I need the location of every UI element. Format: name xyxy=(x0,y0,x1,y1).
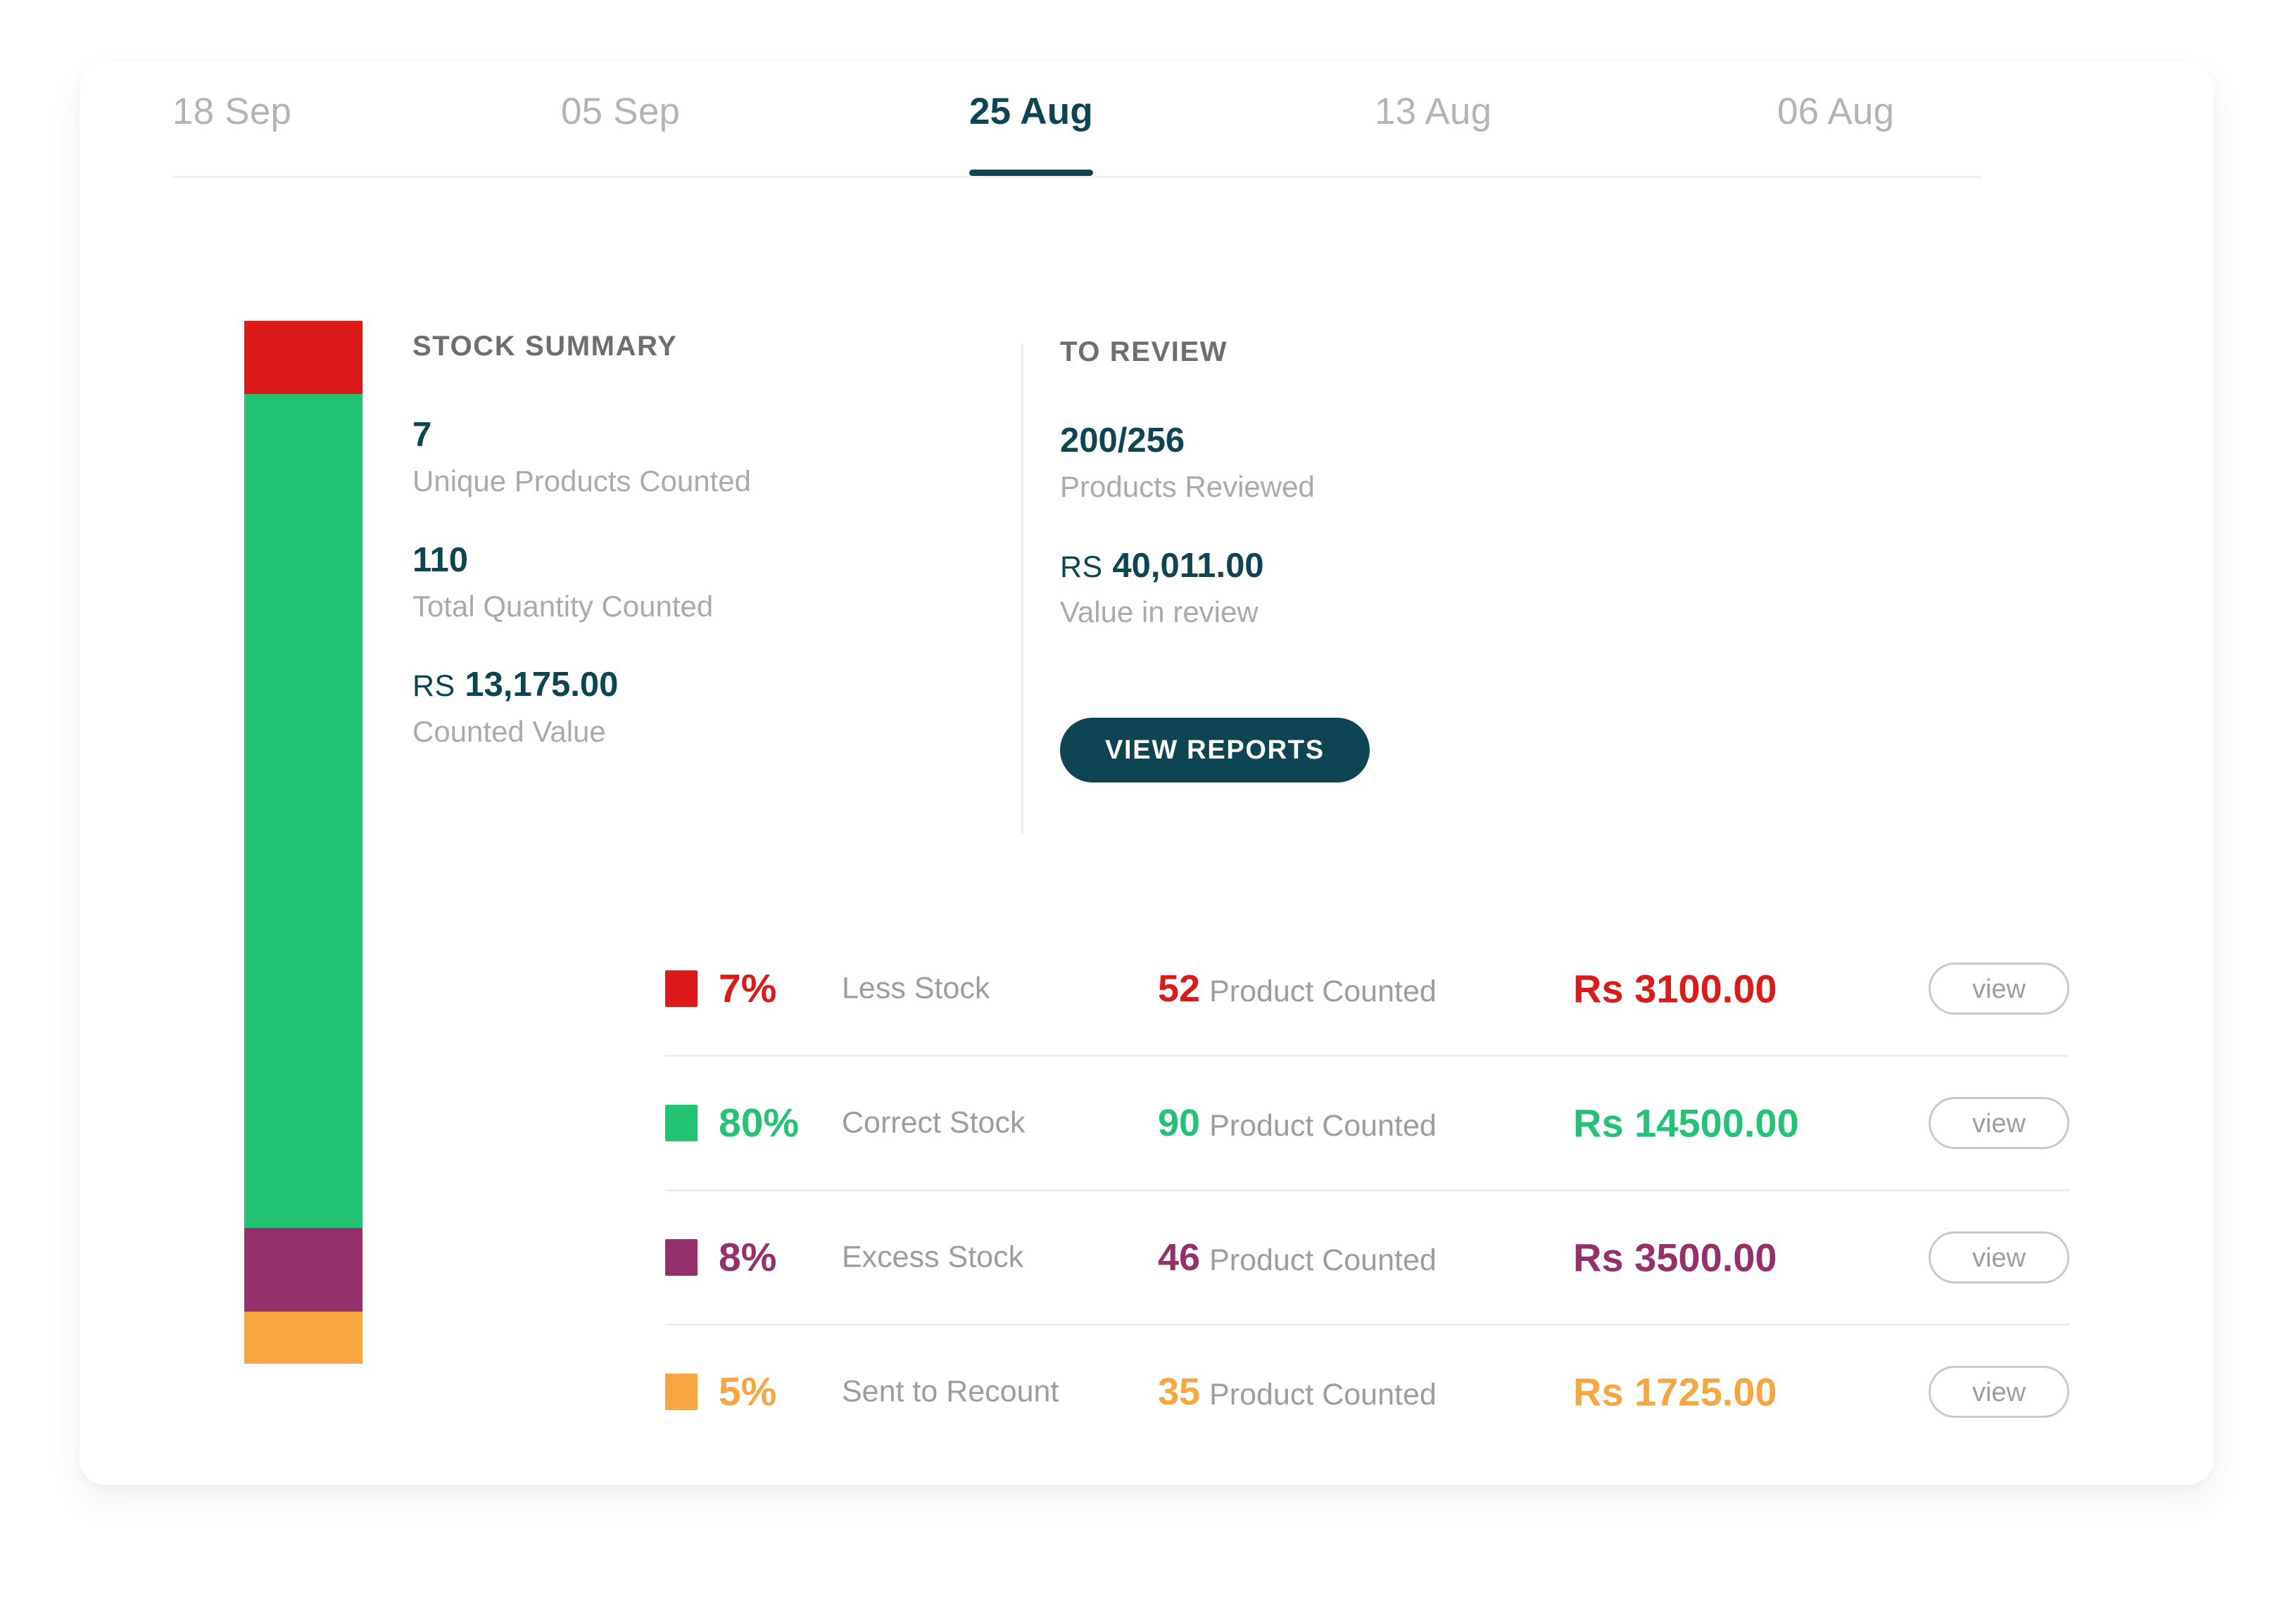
row-view-button[interactable]: view xyxy=(1929,1097,2069,1149)
stat-value-in-review: RS 40,011.00 Value in review xyxy=(1060,546,1609,629)
stat-total-quantity: 110 Total Quantity Counted xyxy=(412,540,1025,623)
row-amount: Rs 3100.00 xyxy=(1573,966,1777,1011)
row-view-button[interactable]: view xyxy=(1929,1231,2069,1283)
currency-prefix: RS xyxy=(1060,550,1103,584)
stat-products-reviewed: 200/256 Products Reviewed xyxy=(1060,421,1609,504)
table-row: 5% Sent to Recount 35 Product Counted Rs 172… xyxy=(665,1324,2069,1458)
stat-value-in-review-label: Value in review xyxy=(1060,595,1259,629)
row-category-label: Correct Stock xyxy=(842,1105,1026,1140)
stock-summary-column: STOCK SUMMARY 7 Unique Products Counted … xyxy=(412,331,1025,748)
row-count-group: 35 Product Counted xyxy=(1158,1370,1437,1414)
row-amount: Rs 1725.00 xyxy=(1573,1369,1777,1414)
stock-breakdown-list: 7% Less Stock 52 Product Counted Rs 3100.00 v… xyxy=(665,922,2069,1458)
stat-total-quantity-label: Total Quantity Counted xyxy=(412,590,714,623)
row-count-number: 52 xyxy=(1158,968,1201,1010)
row-count-group: 52 Product Counted xyxy=(1158,967,1437,1010)
table-row: 8% Excess Stock 46 Product Counted Rs 3500.0… xyxy=(665,1189,2069,1324)
date-tab-label: 13 Aug xyxy=(1375,91,1492,132)
to-review-column: TO REVIEW 200/256 Products Reviewed RS 4… xyxy=(1060,336,1609,783)
stat-unique-products-label: Unique Products Counted xyxy=(412,464,751,498)
row-view-button[interactable]: view xyxy=(1929,963,2069,1015)
row-view-button[interactable]: view xyxy=(1929,1366,2069,1418)
row-count-group: 46 Product Counted xyxy=(1158,1236,1437,1279)
column-divider xyxy=(1021,343,1023,835)
row-amount: Rs 14500.00 xyxy=(1573,1101,1799,1146)
date-tab-25-aug[interactable]: 25 Aug xyxy=(969,90,1093,176)
row-category-label: Excess Stock xyxy=(842,1240,1024,1274)
row-amount: Rs 3500.00 xyxy=(1573,1235,1777,1280)
summary-section: STOCK SUMMARY 7 Unique Products Counted … xyxy=(412,331,1609,844)
view-reports-button[interactable]: VIEW REPORTS xyxy=(1060,718,1370,783)
stat-value-in-review-value: RS 40,011.00 xyxy=(1060,546,1609,585)
stat-products-reviewed-value: 200/256 xyxy=(1060,421,1185,459)
stat-unique-products: 7 Unique Products Counted xyxy=(412,417,1025,498)
row-category-label: Less Stock xyxy=(842,971,990,1006)
active-tab-underline xyxy=(969,170,1093,176)
stat-counted-value-value: RS 13,175.00 xyxy=(412,667,1025,703)
stat-total-quantity-value: 110 xyxy=(412,540,469,579)
row-count-suffix: Product Counted xyxy=(1209,975,1437,1008)
bar-segment-excess-stock xyxy=(244,1228,362,1312)
row-percent: 80% xyxy=(719,1101,800,1146)
bar-segment-correct-stock xyxy=(244,393,362,1229)
row-count-number: 46 xyxy=(1158,1236,1201,1279)
stat-products-reviewed-label: Products Reviewed xyxy=(1060,470,1315,504)
tab-strip-divider xyxy=(172,176,1981,178)
stacked-bar-chart xyxy=(244,321,362,1364)
row-percent: 7% xyxy=(719,966,777,1011)
screen-root: 18 Sep 05 Sep 25 Aug 13 Aug 06 Aug STOCK SUM… xyxy=(0,0,2296,1598)
stat-counted-value-label: Counted Value xyxy=(412,714,606,748)
legend-swatch-icon xyxy=(665,1239,698,1276)
table-row: 7% Less Stock 52 Product Counted Rs 3100.00 v… xyxy=(665,922,2069,1055)
stock-summary-title: STOCK SUMMARY xyxy=(412,331,678,362)
legend-swatch-icon xyxy=(665,1374,698,1410)
table-row: 80% Correct Stock 90 Product Counted Rs 1450… xyxy=(665,1055,2069,1189)
date-tab-18-sep[interactable]: 18 Sep xyxy=(172,90,291,160)
bar-segment-less-stock xyxy=(244,321,362,394)
stat-value-in-review-amount: 40,011.00 xyxy=(1112,546,1264,585)
bar-segment-sent-to-recount xyxy=(244,1311,362,1364)
date-tab-05-sep[interactable]: 05 Sep xyxy=(561,90,680,160)
row-count-suffix: Product Counted xyxy=(1209,1109,1437,1143)
to-review-title: TO REVIEW xyxy=(1060,336,1228,367)
date-tab-strip: 18 Sep 05 Sep 25 Aug 13 Aug 06 Aug xyxy=(172,90,1981,176)
legend-swatch-icon xyxy=(665,1105,698,1141)
row-percent: 8% xyxy=(719,1235,777,1280)
stat-unique-products-value: 7 xyxy=(412,416,432,454)
row-count-suffix: Product Counted xyxy=(1209,1243,1437,1277)
date-tab-13-aug[interactable]: 13 Aug xyxy=(1375,90,1491,160)
stat-counted-value-amount: 13,175.00 xyxy=(465,666,619,704)
stat-counted-value: RS 13,175.00 Counted Value xyxy=(412,667,1025,748)
row-percent: 5% xyxy=(719,1369,777,1414)
date-tab-label: 18 Sep xyxy=(172,91,292,132)
currency-prefix: RS xyxy=(412,669,455,704)
date-tab-label: 05 Sep xyxy=(561,91,681,132)
date-tab-06-aug[interactable]: 06 Aug xyxy=(1777,90,1894,160)
row-count-suffix: Product Counted xyxy=(1209,1378,1437,1412)
row-count-group: 90 Product Counted xyxy=(1158,1101,1437,1145)
legend-swatch-icon xyxy=(665,970,698,1007)
date-tab-label: 06 Aug xyxy=(1777,91,1895,132)
row-category-label: Sent to Recount xyxy=(842,1374,1059,1409)
date-tab-label: 25 Aug xyxy=(969,91,1093,132)
row-count-number: 35 xyxy=(1158,1371,1201,1413)
row-count-number: 90 xyxy=(1158,1102,1201,1144)
